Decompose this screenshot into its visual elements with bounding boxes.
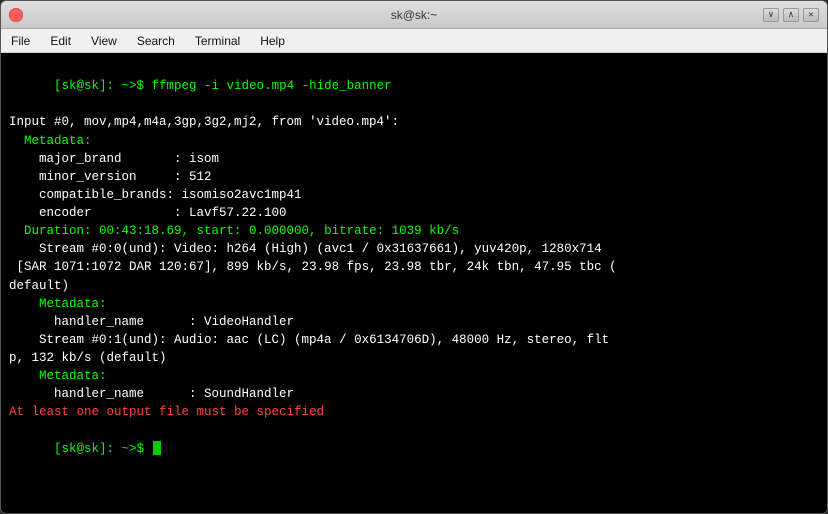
terminal-line: [SAR 1071:1072 DAR 120:67], 899 kb/s, 23… (9, 258, 819, 276)
terminal-line: default) (9, 277, 819, 295)
command-text: ffmpeg -i video.mp4 -hide_banner (152, 79, 392, 93)
terminal-line: major_brand : isom (9, 150, 819, 168)
terminal-line: handler_name : VideoHandler (9, 313, 819, 331)
terminal-line: Metadata: (9, 295, 819, 313)
menu-search[interactable]: Search (127, 32, 185, 50)
terminal-line: minor_version : 512 (9, 168, 819, 186)
titlebar: sk@sk:~ ∨ ∧ ✕ (1, 1, 827, 29)
terminal-output[interactable]: [sk@sk]: ~>$ ffmpeg -i video.mp4 -hide_b… (1, 53, 827, 513)
window-right-controls: ∨ ∧ ✕ (763, 8, 819, 22)
terminal-line: Duration: 00:43:18.69, start: 0.000000, … (9, 222, 819, 240)
terminal-line: [sk@sk]: ~>$ ffmpeg -i video.mp4 -hide_b… (9, 59, 819, 113)
window-title: sk@sk:~ (391, 8, 438, 22)
close-button[interactable] (9, 8, 23, 22)
terminal-line: Stream #0:0(und): Video: h264 (High) (av… (9, 240, 819, 258)
menu-file[interactable]: File (1, 32, 40, 50)
terminal-error-line: At least one output file must be specifi… (9, 403, 819, 421)
terminal-line: Stream #0:1(und): Audio: aac (LC) (mp4a … (9, 331, 819, 349)
terminal-line: Metadata: (9, 367, 819, 385)
terminal-window: sk@sk:~ ∨ ∧ ✕ File Edit View Search Term… (0, 0, 828, 514)
terminal-line: p, 132 kb/s (default) (9, 349, 819, 367)
terminal-line: Metadata: (9, 132, 819, 150)
menubar: File Edit View Search Terminal Help (1, 29, 827, 53)
menu-terminal[interactable]: Terminal (185, 32, 250, 50)
terminal-line: encoder : Lavf57.22.100 (9, 204, 819, 222)
prompt-text: [sk@sk]: ~>$ (54, 442, 152, 456)
terminal-line: compatible_brands: isomiso2avc1mp41 (9, 186, 819, 204)
scroll-down-icon[interactable]: ∨ (763, 8, 779, 22)
scroll-up-icon[interactable]: ∧ (783, 8, 799, 22)
terminal-line: handler_name : SoundHandler (9, 385, 819, 403)
close-icon[interactable]: ✕ (803, 8, 819, 22)
menu-view[interactable]: View (81, 32, 127, 50)
prompt-text: [sk@sk]: ~>$ (54, 79, 152, 93)
window-controls (9, 8, 23, 22)
menu-help[interactable]: Help (250, 32, 295, 50)
terminal-prompt-line: [sk@sk]: ~>$ (9, 422, 819, 476)
menu-edit[interactable]: Edit (40, 32, 81, 50)
terminal-line: Input #0, mov,mp4,m4a,3gp,3g2,mj2, from … (9, 113, 819, 131)
cursor (153, 441, 161, 455)
